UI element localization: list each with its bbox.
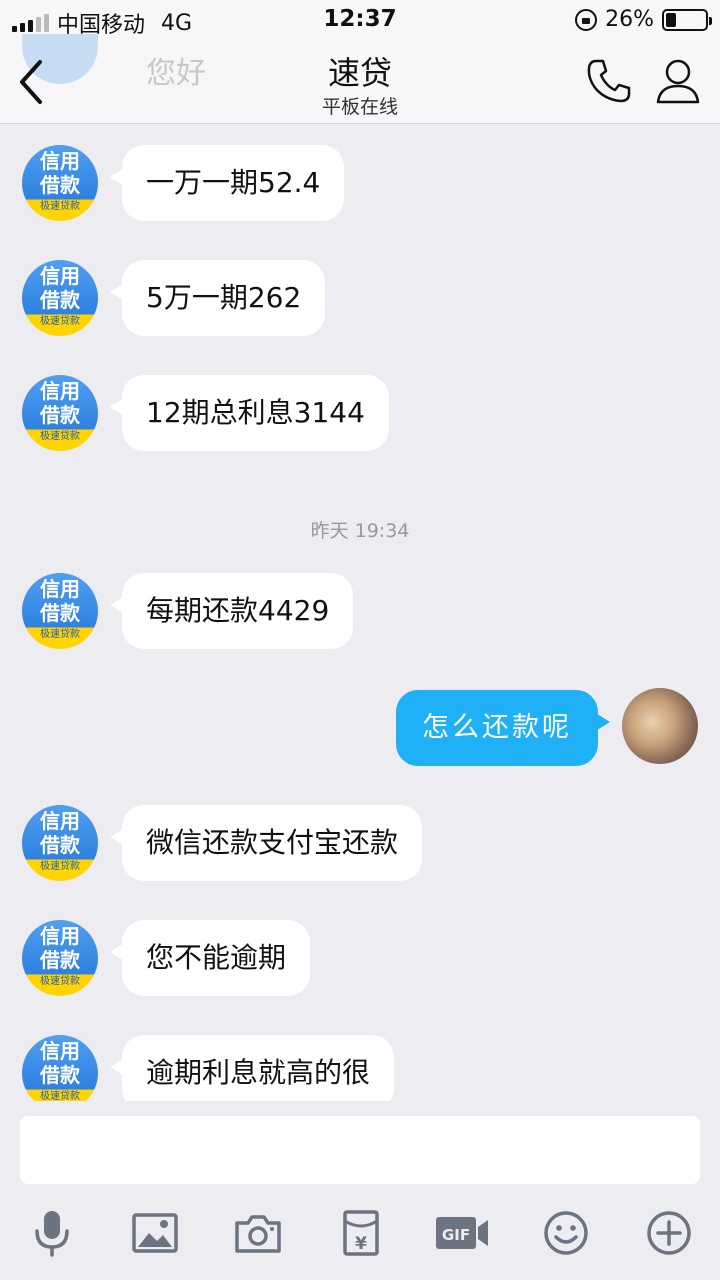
emoji-icon xyxy=(544,1211,588,1255)
profile-button[interactable] xyxy=(654,56,702,106)
rotation-lock-icon xyxy=(575,8,598,31)
message-bubble[interactable]: 微信还款支付宝还款 xyxy=(109,805,423,881)
self-message-bubble[interactable]: 怎么还款呢 xyxy=(396,690,610,766)
message-row: 信用 借款 极速贷款 12期总利息3144 xyxy=(0,375,720,455)
message-row-self: 怎么还款呢 xyxy=(0,688,720,768)
composer: ¥ GIF xyxy=(0,1103,720,1280)
message-row: 信用 借款 极速贷款 您不能逾期 xyxy=(0,920,720,1000)
toolbar: ¥ GIF xyxy=(0,1209,720,1269)
camera-button[interactable] xyxy=(234,1209,282,1257)
battery-fill xyxy=(666,12,676,27)
contact-avatar[interactable]: 信用 借款 极速贷款 xyxy=(22,375,98,451)
person-icon xyxy=(656,59,700,104)
chat-area[interactable]: 信用 借款 极速贷款 一万一期52.4 信用 借款 极速贷款 5万一期262 信… xyxy=(0,125,720,1101)
contact-avatar[interactable]: 信用 借款 极速贷款 xyxy=(22,1035,98,1101)
status-right: 26% xyxy=(575,7,712,32)
contact-avatar[interactable]: 信用 借款 极速贷款 xyxy=(22,920,98,996)
microphone-icon xyxy=(35,1211,69,1257)
image-icon xyxy=(132,1213,178,1253)
nav-bar: 您好 速贷 平板在线 xyxy=(0,34,720,124)
gif-button[interactable]: GIF xyxy=(434,1209,490,1257)
message-row: 信用 借款 极速贷款 一万一期52.4 xyxy=(0,145,720,225)
call-button[interactable] xyxy=(584,56,634,106)
image-button[interactable] xyxy=(131,1209,179,1257)
message-bubble[interactable]: 您不能逾期 xyxy=(109,920,311,996)
message-input[interactable] xyxy=(20,1116,700,1184)
gif-icon: GIF xyxy=(436,1217,488,1249)
message-bubble[interactable]: 一万一期52.4 xyxy=(109,145,345,221)
message-row: 信用 借款 极速贷款 逾期利息就高的很 xyxy=(0,1035,720,1101)
message-bubble[interactable]: 5万一期262 xyxy=(109,260,326,336)
battery-icon xyxy=(662,8,712,31)
battery-percent: 26% xyxy=(605,7,654,32)
red-packet-icon: ¥ xyxy=(343,1210,379,1256)
status-bar: 中国移动 4G 12:37 26% xyxy=(0,0,720,40)
message-bubble[interactable]: 逾期利息就高的很 xyxy=(109,1035,395,1101)
message-timestamp: 昨天 19:34 xyxy=(310,520,410,542)
contact-avatar[interactable]: 信用 借款 极速贷款 xyxy=(22,805,98,881)
self-avatar[interactable] xyxy=(622,688,698,764)
message-row: 信用 借款 极速贷款 每期还款4429 xyxy=(0,573,720,653)
phone-icon xyxy=(587,59,631,103)
svg-text:GIF: GIF xyxy=(442,1226,470,1244)
more-button[interactable] xyxy=(645,1209,693,1257)
plus-icon xyxy=(647,1211,691,1255)
contact-avatar[interactable]: 信用 借款 极速贷款 xyxy=(22,573,98,649)
camera-icon xyxy=(235,1215,281,1253)
message-bubble[interactable]: 每期还款4429 xyxy=(109,573,354,649)
message-row: 信用 借款 极速贷款 微信还款支付宝还款 xyxy=(0,805,720,885)
voice-button[interactable] xyxy=(28,1209,76,1257)
message-bubble[interactable]: 12期总利息3144 xyxy=(110,375,389,451)
contact-avatar[interactable]: 信用 借款 极速贷款 xyxy=(22,260,98,336)
contact-avatar[interactable]: 信用 借款 极速贷款 xyxy=(22,145,98,221)
red-packet-button[interactable]: ¥ xyxy=(337,1209,385,1257)
svg-text:¥: ¥ xyxy=(355,1234,367,1254)
emoji-button[interactable] xyxy=(542,1209,590,1257)
message-row: 信用 借款 极速贷款 5万一期262 xyxy=(0,260,720,340)
